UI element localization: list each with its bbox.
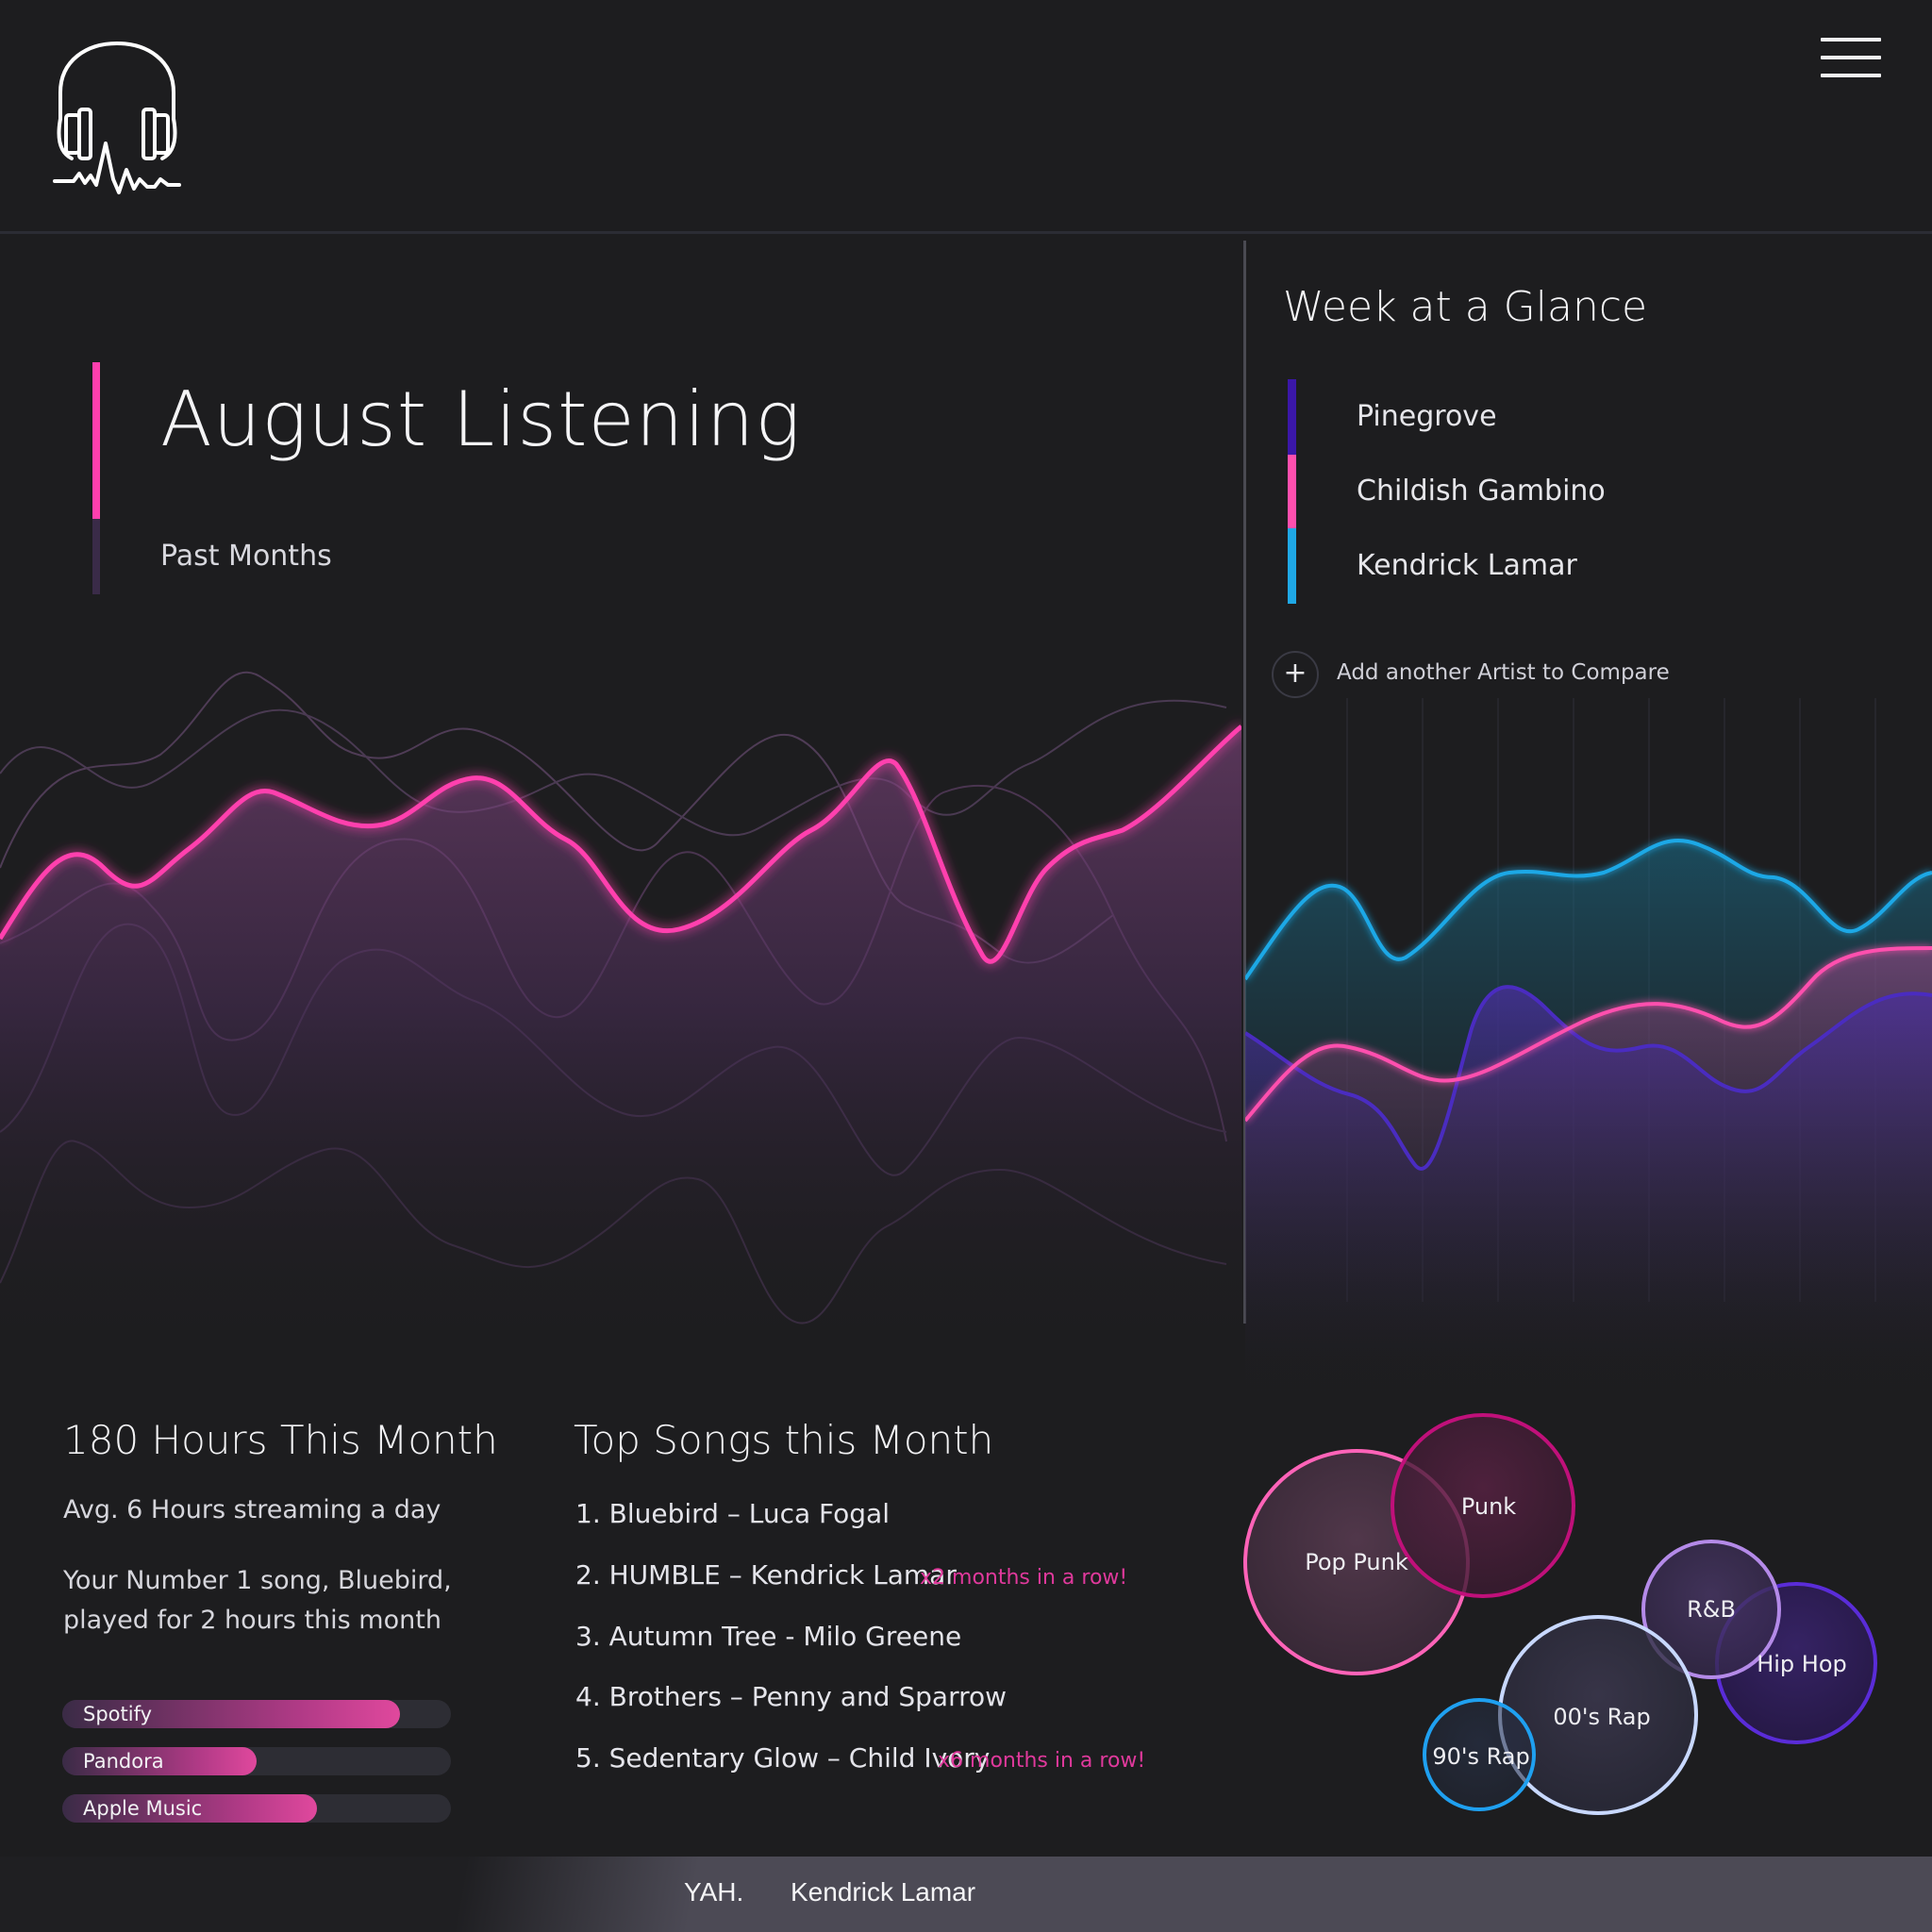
genre-label: Hip Hop xyxy=(1757,1651,1847,1677)
service-label: Apple Music xyxy=(83,1797,203,1820)
add-artist-button[interactable]: Add another Artist to Compare xyxy=(1337,660,1670,685)
genre-label: R&B xyxy=(1687,1596,1736,1623)
top-songs-title: Top Songs this Month xyxy=(574,1417,994,1463)
legend-color-bar-kendrick-lamar xyxy=(1288,528,1296,604)
legend-color-bar-childish-gambino xyxy=(1288,455,1296,530)
subtitle-accent-bar xyxy=(92,519,100,594)
genre-label: Pop Punk xyxy=(1305,1549,1408,1575)
past-months-toggle[interactable]: Past Months xyxy=(160,540,332,573)
service-label: Spotify xyxy=(83,1703,153,1725)
legend-item-pinegrove[interactable]: Pinegrove xyxy=(1357,400,1497,433)
monthly-hours-title: 180 Hours This Month xyxy=(63,1417,498,1463)
title-accent-bar xyxy=(92,362,100,519)
now-playing-artist: Kendrick Lamar xyxy=(791,1877,976,1907)
service-label: Pandora xyxy=(83,1750,164,1773)
top-song-item[interactable]: 4. Brothers – Penny and Sparrow xyxy=(575,1681,1007,1712)
plus-icon[interactable]: + xyxy=(1272,651,1319,698)
service-bar-spotify[interactable]: Spotify xyxy=(62,1700,451,1728)
legend-item-kendrick-lamar[interactable]: Kendrick Lamar xyxy=(1357,549,1577,582)
week-artist-comparison-chart xyxy=(1245,698,1932,1396)
streak-badge: x6 months in a row! xyxy=(938,1749,1146,1773)
top-song-item[interactable]: 2. HUMBLE – Kendrick Lamar xyxy=(575,1559,957,1591)
headphones-heartbeat-icon xyxy=(53,42,181,194)
top-song-item[interactable]: 1. Bluebird – Luca Fogal xyxy=(575,1498,890,1529)
current-month-area xyxy=(0,726,1241,1358)
header-divider xyxy=(0,231,1932,234)
top-song-note-line: played for 2 hours this month xyxy=(63,1606,441,1635)
top-song-item[interactable]: 5. Sedentary Glow – Child Ivory xyxy=(575,1742,990,1774)
legend-color-bar-pinegrove xyxy=(1288,379,1296,455)
hamburger-menu-icon[interactable] xyxy=(1821,34,1883,81)
page-title: August Listening xyxy=(160,375,802,463)
monthly-listening-wave-chart xyxy=(0,671,1241,1358)
past-month-line xyxy=(0,699,1227,837)
service-bar-pandora[interactable]: Pandora xyxy=(62,1747,451,1775)
top-song-note: Your Number 1 song, Bluebird, played for… xyxy=(63,1561,452,1641)
now-playing-song: YAH. xyxy=(684,1877,744,1907)
top-song-item[interactable]: 3. Autumn Tree - Milo Greene xyxy=(575,1621,961,1652)
daily-average-text: Avg. 6 Hours streaming a day xyxy=(63,1495,441,1524)
streak-badge: x2 months in a row! xyxy=(920,1566,1128,1590)
genre-bubble-chart: Pop Punk Punk R&B Hip Hop 00's Rap 90's … xyxy=(1243,1413,1877,1815)
top-song-note-line: Your Number 1 song, Bluebird, xyxy=(63,1566,452,1595)
app-header xyxy=(0,0,1932,232)
now-playing-bar[interactable]: YAH. Kendrick Lamar xyxy=(0,1857,1932,1932)
genre-label: Punk xyxy=(1461,1493,1516,1520)
genre-label: 90's Rap xyxy=(1432,1743,1529,1770)
week-title: Week at a Glance xyxy=(1283,283,1648,331)
service-bar-apple-music[interactable]: Apple Music xyxy=(62,1794,451,1823)
legend-item-childish-gambino[interactable]: Childish Gambino xyxy=(1357,475,1606,508)
genre-label: 00's Rap xyxy=(1553,1704,1650,1730)
